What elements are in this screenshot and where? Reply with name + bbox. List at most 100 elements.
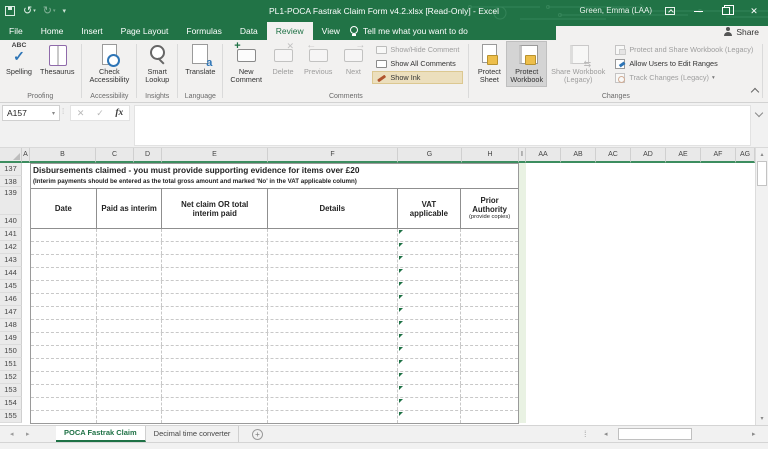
row-header-152[interactable]: 152 — [0, 371, 22, 384]
data-cell-154[interactable] — [31, 398, 97, 410]
spelling-button[interactable]: Spelling — [2, 41, 36, 78]
table-title-cell[interactable]: Disbursements claimed - you must provide… — [31, 164, 518, 177]
tab-file[interactable]: File — [0, 22, 32, 40]
previous-button[interactable]: Previous — [300, 41, 336, 78]
column-header-c[interactable]: C — [96, 148, 134, 163]
column-header-ab[interactable]: AB — [561, 148, 596, 163]
delete-button[interactable]: Delete — [266, 41, 300, 78]
smart-lookup-button[interactable]: SmartLookup — [140, 41, 174, 87]
data-cell-142[interactable] — [162, 242, 268, 254]
restore-button[interactable] — [712, 0, 740, 22]
new-sheet-button[interactable]: + — [252, 429, 263, 440]
vat-cell-143[interactable] — [398, 255, 462, 267]
column-header-aa[interactable]: AA — [526, 148, 561, 163]
allow-users-to-edit-ranges-button[interactable]: Allow Users to Edit Ranges — [611, 57, 757, 70]
header-cell-date[interactable]: Date — [31, 189, 97, 228]
data-cell-146[interactable] — [162, 294, 268, 306]
row-header-142[interactable]: 142 — [0, 241, 22, 254]
sheet-nav-right-icon[interactable]: ▸ — [26, 430, 30, 438]
data-cell-154[interactable] — [97, 398, 163, 410]
data-cell-142[interactable] — [31, 242, 97, 254]
data-cell-147[interactable] — [162, 307, 268, 319]
formula-bar-splitter[interactable]: ⁞ — [62, 107, 64, 116]
data-cell-146[interactable] — [97, 294, 163, 306]
formula-input[interactable] — [134, 105, 751, 146]
horizontal-scroll-thumb[interactable] — [618, 428, 692, 440]
data-cell-148[interactable] — [162, 320, 268, 332]
data-cell-150[interactable] — [268, 346, 397, 358]
column-header-a[interactable]: A — [22, 148, 30, 163]
column-header-h[interactable]: H — [462, 148, 519, 163]
vat-cell-155[interactable] — [398, 411, 462, 423]
data-cell-142[interactable] — [97, 242, 163, 254]
column-header-d[interactable]: D — [134, 148, 162, 163]
data-cell-143[interactable] — [31, 255, 97, 267]
insert-function-button[interactable]: fx — [110, 106, 129, 120]
data-cell-154[interactable] — [461, 398, 518, 410]
data-cell-147[interactable] — [268, 307, 397, 319]
data-cell-149[interactable] — [268, 333, 397, 345]
data-cell-152[interactable] — [268, 372, 397, 384]
protect-sheet-button[interactable]: ProtectSheet — [472, 41, 506, 87]
enter-button[interactable]: ✓ — [90, 106, 109, 120]
data-cell-152[interactable] — [31, 372, 97, 384]
track-changes-legacy-button[interactable]: Track Changes (Legacy)▾ — [611, 71, 757, 84]
header-cell-paid-as-interim[interactable]: Paid as interim — [97, 189, 163, 228]
data-cell-150[interactable] — [97, 346, 163, 358]
row-header-149[interactable]: 149 — [0, 332, 22, 345]
translate-button[interactable]: Translate — [181, 41, 219, 78]
header-cell-prior-authority[interactable]: PriorAuthority(provide copies) — [461, 189, 518, 228]
row-header-147[interactable]: 147 — [0, 306, 22, 319]
data-cell-148[interactable] — [268, 320, 397, 332]
data-cell-143[interactable] — [97, 255, 163, 267]
row-header-155[interactable]: 155 — [0, 410, 22, 423]
data-cell-152[interactable] — [461, 372, 518, 384]
vertical-scroll-thumb[interactable] — [757, 161, 767, 186]
column-header-i[interactable]: I — [519, 148, 526, 163]
data-cell-151[interactable] — [31, 359, 97, 371]
data-cell-141[interactable] — [97, 229, 163, 241]
hscroll-right-icon[interactable]: ▸ — [752, 430, 756, 438]
show-hide-comment-button[interactable]: Show/Hide Comment — [372, 43, 463, 56]
column-header-b[interactable]: B — [30, 148, 96, 163]
data-cell-148[interactable] — [461, 320, 518, 332]
data-cell-144[interactable] — [461, 268, 518, 280]
hscroll-left-icon[interactable]: ◂ — [604, 430, 608, 438]
row-header-154[interactable]: 154 — [0, 397, 22, 410]
data-cell-155[interactable] — [461, 411, 518, 423]
data-cell-145[interactable] — [162, 281, 268, 293]
sheet-tab-decimal-time-converter[interactable]: Decimal time converter — [146, 426, 240, 442]
row-header-145[interactable]: 145 — [0, 280, 22, 293]
data-cell-152[interactable] — [97, 372, 163, 384]
protect-and-share-workbook-legacy-button[interactable]: Protect and Share Workbook (Legacy) — [611, 43, 757, 56]
column-header-ad[interactable]: AD — [631, 148, 666, 163]
header-cell-vat-applicable[interactable]: VATapplicable — [398, 189, 462, 228]
data-cell-153[interactable] — [268, 385, 397, 397]
data-cell-142[interactable] — [268, 242, 397, 254]
row-header-144[interactable]: 144 — [0, 267, 22, 280]
vat-cell-150[interactable] — [398, 346, 462, 358]
close-button[interactable]: ✕ — [740, 0, 768, 22]
data-cell-149[interactable] — [162, 333, 268, 345]
data-cell-141[interactable] — [461, 229, 518, 241]
header-cell-net-claim-or-total-interim-paid[interactable]: Net claim OR totalinterim paid — [162, 189, 268, 228]
tell-me-box[interactable]: Tell me what you want to do — [350, 22, 468, 40]
row-header-143[interactable]: 143 — [0, 254, 22, 267]
data-cell-147[interactable] — [97, 307, 163, 319]
data-cell-148[interactable] — [31, 320, 97, 332]
data-cell-152[interactable] — [162, 372, 268, 384]
vat-cell-148[interactable] — [398, 320, 462, 332]
column-header-ae[interactable]: AE — [666, 148, 701, 163]
data-cell-149[interactable] — [461, 333, 518, 345]
vat-cell-149[interactable] — [398, 333, 462, 345]
tab-view[interactable]: View — [313, 22, 349, 40]
data-cell-151[interactable] — [97, 359, 163, 371]
data-cell-149[interactable] — [31, 333, 97, 345]
scroll-down-icon[interactable]: ▾ — [756, 415, 768, 422]
data-cell-150[interactable] — [461, 346, 518, 358]
new-comment-button[interactable]: NewComment — [226, 41, 266, 87]
row-header-148[interactable]: 148 — [0, 319, 22, 332]
data-cell-143[interactable] — [162, 255, 268, 267]
row-header-140[interactable]: 140 — [0, 215, 22, 228]
vat-cell-141[interactable] — [398, 229, 462, 241]
